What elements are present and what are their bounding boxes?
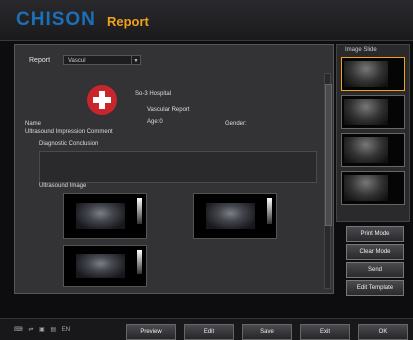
thumbnail-header: Image Slide: [345, 47, 377, 53]
thumbnail-2[interactable]: [341, 95, 405, 129]
ultrasound-image-label: Ultrasound Image: [39, 183, 87, 189]
chevron-down-icon: ▼: [131, 56, 140, 64]
report-panel: Report Vascul ▼ So-3 Hospital Vascular R…: [14, 44, 334, 294]
edit-button[interactable]: Edit: [184, 324, 234, 340]
keyboard-icon: ⌨: [14, 327, 23, 333]
report-scrollbar[interactable]: [324, 73, 332, 289]
gender-label: Gender:: [225, 121, 247, 127]
exit-button[interactable]: Exit: [300, 324, 350, 340]
bottom-bar: ⌨ ⇌ ▣ ▤ EN Preview Edit Save Exit OK: [0, 318, 413, 340]
usb-icon: ⇌: [28, 327, 34, 333]
clear-mode-button[interactable]: Clear Mode: [346, 244, 404, 260]
impression-label: Ultrasound Impression Comment: [25, 129, 113, 135]
hospital-name: So-3 Hospital: [135, 91, 172, 97]
print-mode-button[interactable]: Print Mode: [346, 226, 404, 242]
save-button[interactable]: Save: [242, 324, 292, 340]
preview-button[interactable]: Preview: [126, 324, 176, 340]
report-template-value: Vascul: [68, 58, 86, 64]
thumbnail-1[interactable]: [341, 57, 405, 91]
patient-name-label: Name: [25, 121, 42, 127]
hospital-cross-logo: [87, 85, 117, 115]
language-indicator: EN: [61, 327, 71, 333]
report-image-3[interactable]: [63, 245, 147, 287]
diagnostic-conclusion-label: Diagnostic Conclusion: [39, 141, 99, 147]
network-icon: ▤: [50, 327, 57, 333]
ok-button[interactable]: OK: [358, 324, 408, 340]
brand-logo: CHISON: [16, 9, 96, 30]
report-image-2[interactable]: [193, 193, 277, 239]
edit-template-button[interactable]: Edit Template: [346, 280, 404, 296]
thumbnail-panel: Image Slide: [336, 44, 410, 222]
page-title: Report: [107, 14, 149, 29]
report-label: Report: [29, 57, 51, 64]
age-label: Age:0: [147, 119, 163, 125]
status-icons: ⌨ ⇌ ▣ ▤ EN: [14, 326, 74, 333]
printer-icon: ▣: [39, 327, 45, 333]
thumbnail-4[interactable]: [341, 171, 405, 205]
report-image-1[interactable]: [63, 193, 147, 239]
send-button[interactable]: Send: [346, 262, 404, 278]
scrollbar-thumb[interactable]: [325, 84, 332, 226]
report-template-select[interactable]: Vascul ▼: [63, 55, 141, 65]
report-heading: Vascular Report: [147, 107, 190, 113]
thumbnail-3[interactable]: [341, 133, 405, 167]
top-bar: CHISON Report: [0, 0, 413, 41]
diagnostic-conclusion-field[interactable]: [39, 151, 317, 183]
